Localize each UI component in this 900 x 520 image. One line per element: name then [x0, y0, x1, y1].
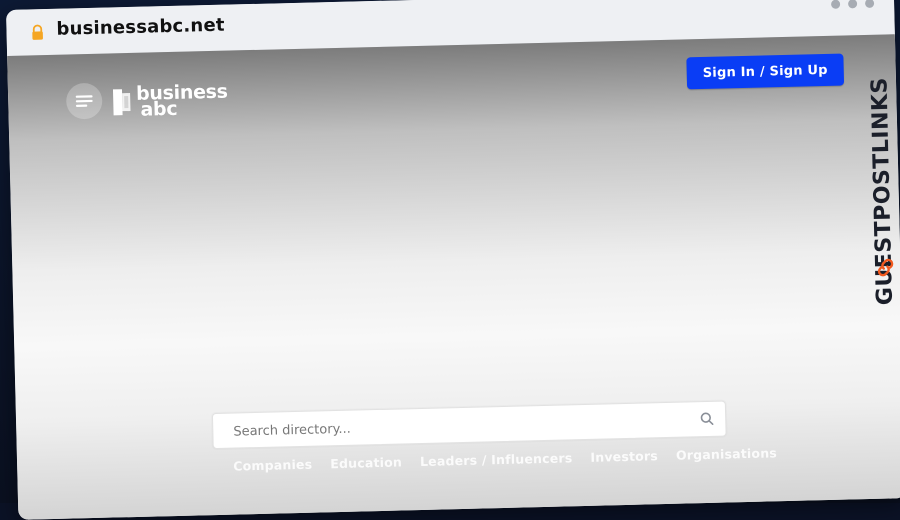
- search-input[interactable]: [231, 409, 676, 443]
- browser-window: businessabc.net business abc Sign In / S…: [0, 0, 900, 520]
- category-investors[interactable]: Investors: [588, 448, 660, 465]
- category-education[interactable]: Education: [328, 454, 404, 471]
- browser-frame: businessabc.net business abc Sign In / S…: [6, 0, 900, 520]
- category-links: Companies Education Leaders / Influencer…: [231, 445, 779, 473]
- search-bar[interactable]: [211, 400, 727, 450]
- guestpostlinks-badge: GUESTPOSTLINKS: [858, 66, 900, 307]
- window-dot-icon: [847, 0, 858, 9]
- menu-button[interactable]: [65, 82, 103, 120]
- logo-text: business abc: [136, 81, 228, 121]
- page-content: business abc Sign In / Sign Up Companies…: [7, 34, 900, 520]
- logo-mark-icon: [112, 87, 133, 117]
- window-dot-icon: [830, 0, 841, 9]
- link-icon: [874, 256, 897, 279]
- category-leaders-influencers[interactable]: Leaders / Influencers: [418, 450, 575, 469]
- logo-line-2: abc: [140, 97, 178, 121]
- window-dots: [830, 0, 875, 9]
- sign-in-button[interactable]: Sign In / Sign Up: [686, 53, 845, 90]
- site-logo[interactable]: business abc: [112, 79, 228, 123]
- category-companies[interactable]: Companies: [231, 457, 314, 474]
- url-text[interactable]: businessabc.net: [56, 15, 225, 40]
- menu-icon: [75, 95, 93, 107]
- search-icon[interactable]: [699, 411, 715, 427]
- lock-icon: [28, 23, 46, 41]
- window-dot-icon: [864, 0, 875, 9]
- category-organisations[interactable]: Organisations: [674, 445, 779, 463]
